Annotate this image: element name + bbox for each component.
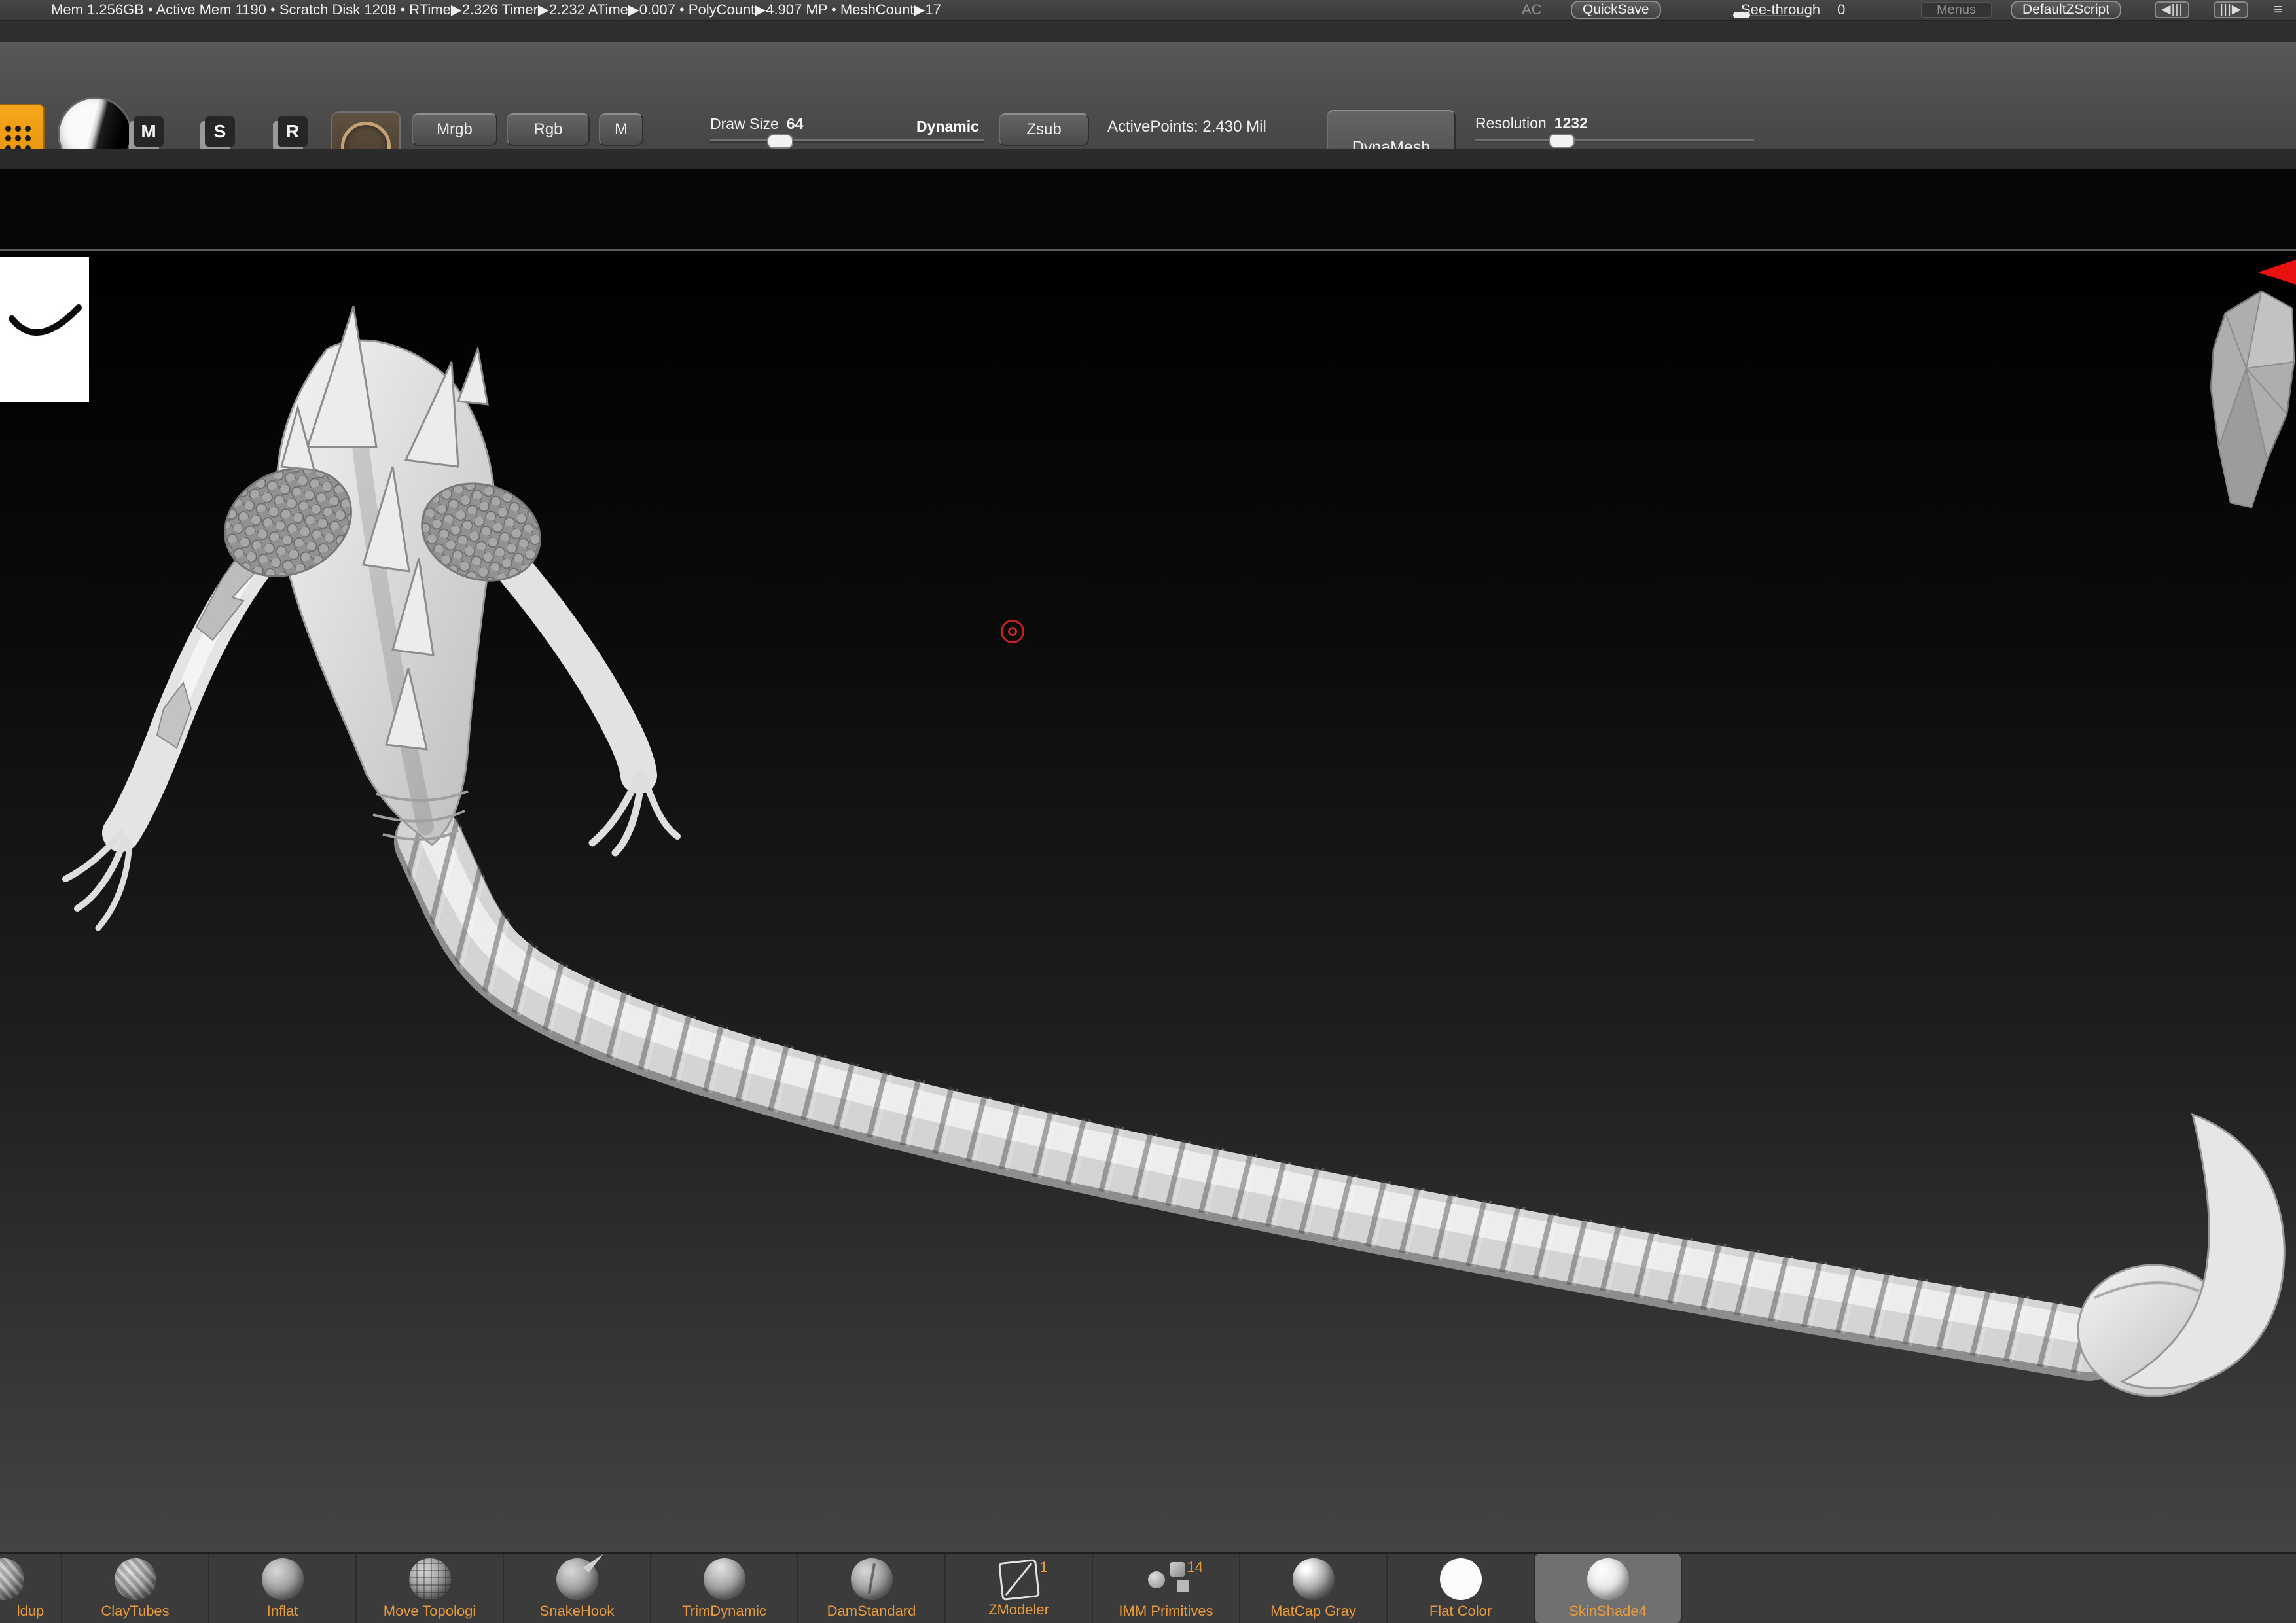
sculpt-viewport[interactable]: [0, 249, 2296, 1554]
ac-label: AC: [1522, 0, 1542, 20]
brush-icon: [851, 1558, 893, 1600]
cursor-target-dot: [1008, 627, 1017, 636]
draw-size-slider[interactable]: [710, 139, 984, 141]
quicksave-button[interactable]: QuickSave: [1571, 1, 1661, 19]
brush-icon: [1587, 1558, 1629, 1600]
status-toolbar-gap: [0, 21, 2296, 42]
scale-gyro-icon: S: [205, 116, 235, 147]
brush-label: SkinShade4: [1569, 1603, 1647, 1620]
brush-icon: [0, 1558, 24, 1600]
brush-label: SnakeHook: [540, 1603, 615, 1620]
rgb-button[interactable]: Rgb: [507, 113, 590, 146]
brush-label: MatCap Gray: [1270, 1603, 1356, 1620]
brush-shelf-item[interactable]: Inflat: [209, 1554, 357, 1623]
move-gyro-icon: M: [134, 116, 164, 147]
brush-icon: [704, 1558, 745, 1600]
resolution-label: Resolution1232: [1475, 115, 1588, 132]
brush-shelf-item[interactable]: Move Topologi: [357, 1554, 504, 1623]
brush-label: ldup: [17, 1603, 45, 1620]
brush-icon: [1145, 1558, 1187, 1600]
brush-shelf-item[interactable]: IMM Primitives 14: [1093, 1554, 1240, 1623]
tail: [429, 826, 2089, 1346]
menus-toggle[interactable]: Menus: [1921, 2, 1992, 18]
brush-label: ClayTubes: [101, 1603, 169, 1620]
brush-icon: [998, 1559, 1040, 1601]
brush-label: IMM Primitives: [1119, 1603, 1213, 1620]
resolution-value: 1232: [1554, 115, 1588, 132]
brush-icon: [115, 1558, 156, 1600]
brush-shelf-item[interactable]: Flat Color: [1388, 1554, 1535, 1623]
see-through-value: 0: [1837, 1, 1845, 18]
brush-shelf: ldup ClayTubes Inflat Move Topologi Snak…: [0, 1552, 2296, 1623]
stroke-preview-thumbnail[interactable]: [0, 257, 89, 402]
resolution-thumb[interactable]: [1549, 134, 1575, 148]
canvas-top-band: [0, 169, 2296, 249]
brush-icon: [1440, 1558, 1482, 1600]
brush-shelf-item[interactable]: TrimDynamic: [651, 1554, 798, 1623]
brush-icon: [262, 1558, 304, 1600]
brush-icon: [409, 1558, 451, 1600]
default-zscript-button[interactable]: DefaultZScript: [2011, 1, 2121, 19]
shelf-scrollbar: [0, 149, 2296, 169]
brush-label: Inflat: [267, 1603, 298, 1620]
active-points-text: ActivePoints: 2.430 Mil: [1107, 118, 1266, 136]
mrgb-button[interactable]: Mrgb: [412, 113, 497, 146]
brush-shelf-item[interactable]: SnakeHook: [504, 1554, 651, 1623]
stroke-curve-icon: [0, 257, 89, 402]
rotate-gyro-icon: R: [278, 116, 308, 147]
brush-label: ZModeler: [988, 1601, 1049, 1618]
brush-label: DamStandard: [827, 1603, 916, 1620]
memory-stats-text: Mem 1.256GB • Active Mem 1190 • Scratch …: [51, 0, 941, 20]
brush-shelf-item[interactable]: MatCap Gray: [1240, 1554, 1388, 1623]
brush-label: Flat Color: [1429, 1603, 1492, 1620]
torso: [277, 340, 495, 845]
brush-shelf-item[interactable]: ldup: [0, 1554, 62, 1623]
zbrush-window: Mem 1.256GB • Active Mem 1190 • Scratch …: [0, 0, 2296, 1623]
canvas-cursor-target-icon: [1001, 620, 1024, 643]
red-arrow-marker-icon: [2258, 260, 2296, 285]
resolution-slider[interactable]: [1475, 139, 1754, 141]
brush-label: Move Topologi: [384, 1603, 476, 1620]
brush-label: TrimDynamic: [682, 1603, 766, 1620]
hamburger-menu-icon[interactable]: ≡: [2274, 0, 2283, 20]
brush-shelf-item[interactable]: SkinShade4: [1535, 1554, 1682, 1623]
divider-left-icon[interactable]: ◀|||: [2155, 1, 2189, 18]
draw-size-thumb[interactable]: [767, 134, 793, 149]
lowpoly-head: [2211, 291, 2294, 507]
brush-icon: [556, 1558, 598, 1600]
draw-size-value: 64: [787, 115, 804, 132]
see-through-slider-label[interactable]: See-through0: [1741, 0, 1845, 20]
see-through-thumb[interactable]: [1733, 12, 1750, 18]
brush-icon: [1293, 1558, 1335, 1600]
brush-shelf-item[interactable]: DamStandard: [798, 1554, 946, 1623]
m-button[interactable]: M: [599, 113, 643, 146]
top-toolbar: Draw M Move S Scale R Rotate Mrgb Rgb M …: [0, 42, 2296, 150]
brush-count-badge: 1: [1040, 1559, 1048, 1576]
sculpt-model-render: [0, 251, 2296, 1554]
zsub-button[interactable]: Zsub: [999, 113, 1089, 146]
tail-hook: [2078, 1115, 2284, 1396]
brush-shelf-item[interactable]: ZModeler 1: [946, 1554, 1093, 1623]
draw-size-label: Draw Size64: [710, 115, 803, 133]
brush-count-badge: 14: [1187, 1559, 1203, 1576]
dynamic-label: Dynamic: [916, 118, 979, 135]
status-bar: Mem 1.256GB • Active Mem 1190 • Scratch …: [0, 0, 2296, 21]
divider-right-icon[interactable]: |||▶: [2214, 1, 2248, 18]
brush-shelf-item[interactable]: ClayTubes: [62, 1554, 209, 1623]
